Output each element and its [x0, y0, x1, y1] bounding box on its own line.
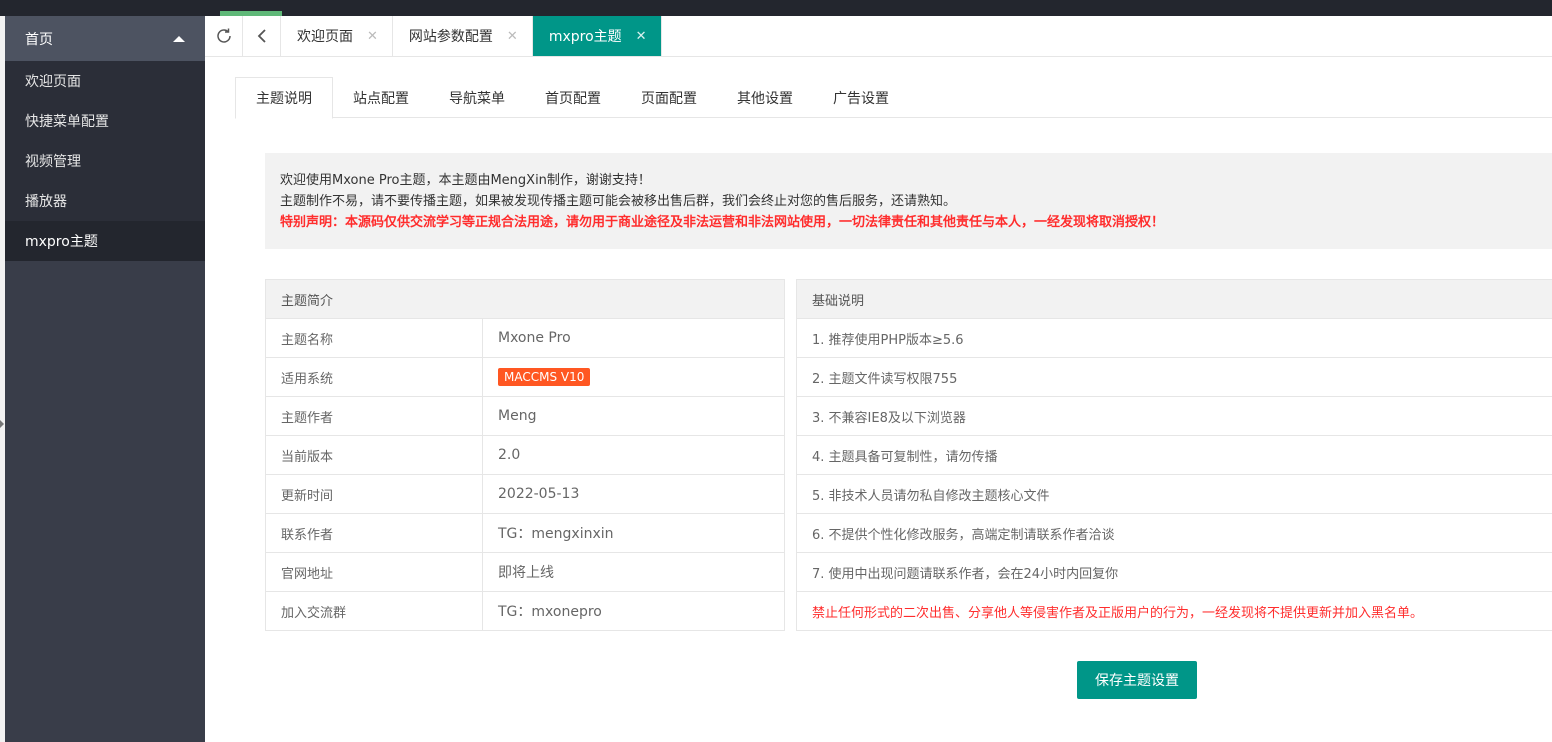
caret-up-icon	[173, 35, 185, 42]
tab-mxpro[interactable]: mxpro主题 ✕	[532, 16, 662, 56]
tab-home-config[interactable]: 首页配置	[525, 77, 621, 118]
table-row: 适用系统 MACCMS V10	[265, 357, 785, 397]
basic-info-table: 基础说明 1. 推荐使用PHP版本≥5.6 2. 主题文件读写权限755 3. …	[796, 279, 1552, 631]
close-icon[interactable]: ✕	[367, 29, 378, 44]
open-tabs-bar: 欢迎页面 ✕ 网站参数配置 ✕ mxpro主题 ✕	[205, 16, 1552, 57]
notice-box: 欢迎使用Mxone Pro主题，本主题由MengXin制作，谢谢支持！ 主题制作…	[265, 153, 1552, 249]
table-row: 1. 推荐使用PHP版本≥5.6	[796, 318, 1552, 358]
table-row: 加入交流群 TG：mxonepro	[265, 591, 785, 631]
sidebar-item-quick-menu[interactable]: 快捷菜单配置	[5, 101, 205, 141]
table-row: 4. 主题具备可复制性，请勿传播	[796, 435, 1552, 475]
table-row: 联系作者 TG：mengxinxin	[265, 513, 785, 553]
tab-label: 网站参数配置	[408, 29, 493, 45]
sidebar-group-home[interactable]: 首页	[5, 16, 205, 61]
notice-line: 主题制作不易，请不要传播主题，如果被发现传播主题可能会被移出售后群，我们会终止对…	[280, 194, 957, 209]
tab-other-settings[interactable]: 其他设置	[717, 77, 813, 118]
tab-nav-menu[interactable]: 导航菜单	[429, 77, 525, 118]
tab-welcome[interactable]: 欢迎页面 ✕	[281, 16, 393, 56]
save-theme-button[interactable]: 保存主题设置	[1077, 661, 1197, 699]
back-arrow-icon[interactable]	[243, 16, 281, 56]
table-row: 禁止任何形式的二次出售、分享他人等侵害作者及正版用户的行为，一经发现将不提供更新…	[796, 591, 1552, 631]
table-row: 主题作者 Meng	[265, 396, 785, 436]
system-badge: MACCMS V10	[498, 368, 591, 386]
sidebar-item-mxpro[interactable]: mxpro主题	[5, 221, 205, 261]
table-row: 当前版本 2.0	[265, 435, 785, 475]
sidebar: 首页 欢迎页面 快捷菜单配置 视频管理 播放器 mxpro主题	[5, 16, 205, 742]
collapse-arrow-icon[interactable]	[0, 420, 4, 428]
table-header: 主题简介	[265, 279, 785, 319]
notice-warning: 特别声明：本源码仅供交流学习等正规合法用途，请勿用于商业途径及非法运营和非法网站…	[280, 215, 1165, 230]
table-row: 5. 非技术人员请勿私自修改主题核心文件	[796, 474, 1552, 514]
notice-line: 欢迎使用Mxone Pro主题，本主题由MengXin制作，谢谢支持！	[280, 173, 651, 188]
sidebar-item-video[interactable]: 视频管理	[5, 141, 205, 181]
table-row: 官网地址 即将上线	[265, 552, 785, 592]
main-content: 主题说明 站点配置 导航菜单 首页配置 页面配置 其他设置 广告设置 欢迎使用M…	[205, 57, 1552, 742]
table-row: 更新时间 2022-05-13	[265, 474, 785, 514]
refresh-icon[interactable]	[205, 16, 243, 56]
table-row: 6. 不提供个性化修改服务，高端定制请联系作者洽谈	[796, 513, 1552, 553]
settings-tabs: 主题说明 站点配置 导航菜单 首页配置 页面配置 其他设置 广告设置	[235, 77, 1552, 119]
table-row: 3. 不兼容IE8及以下浏览器	[796, 396, 1552, 436]
close-icon[interactable]: ✕	[636, 29, 647, 44]
tab-label: mxpro主题	[548, 29, 622, 45]
tab-ad-settings[interactable]: 广告设置	[813, 77, 909, 118]
sidebar-group-label: 首页	[25, 31, 53, 48]
tab-site-params[interactable]: 网站参数配置 ✕	[393, 16, 533, 56]
sidebar-item-player[interactable]: 播放器	[5, 181, 205, 221]
theme-intro-table: 主题简介 主题名称 Mxone Pro 适用系统 MACCMS V10 主题作者 Me…	[265, 279, 785, 631]
tab-page-config[interactable]: 页面配置	[621, 77, 717, 118]
sidebar-menu: 欢迎页面 快捷菜单配置 视频管理 播放器 mxpro主题	[5, 61, 205, 261]
sidebar-item-welcome[interactable]: 欢迎页面	[5, 61, 205, 101]
table-row: 主题名称 Mxone Pro	[265, 318, 785, 358]
tab-site-config[interactable]: 站点配置	[333, 77, 429, 118]
table-row: 7. 使用中出现问题请联系作者，会在24小时内回复你	[796, 552, 1552, 592]
table-row: 2. 主题文件读写权限755	[796, 357, 1552, 397]
tab-label: 欢迎页面	[297, 29, 353, 45]
tab-theme-info[interactable]: 主题说明	[235, 77, 333, 119]
table-header: 基础说明	[796, 279, 1552, 319]
close-icon[interactable]: ✕	[507, 29, 518, 44]
